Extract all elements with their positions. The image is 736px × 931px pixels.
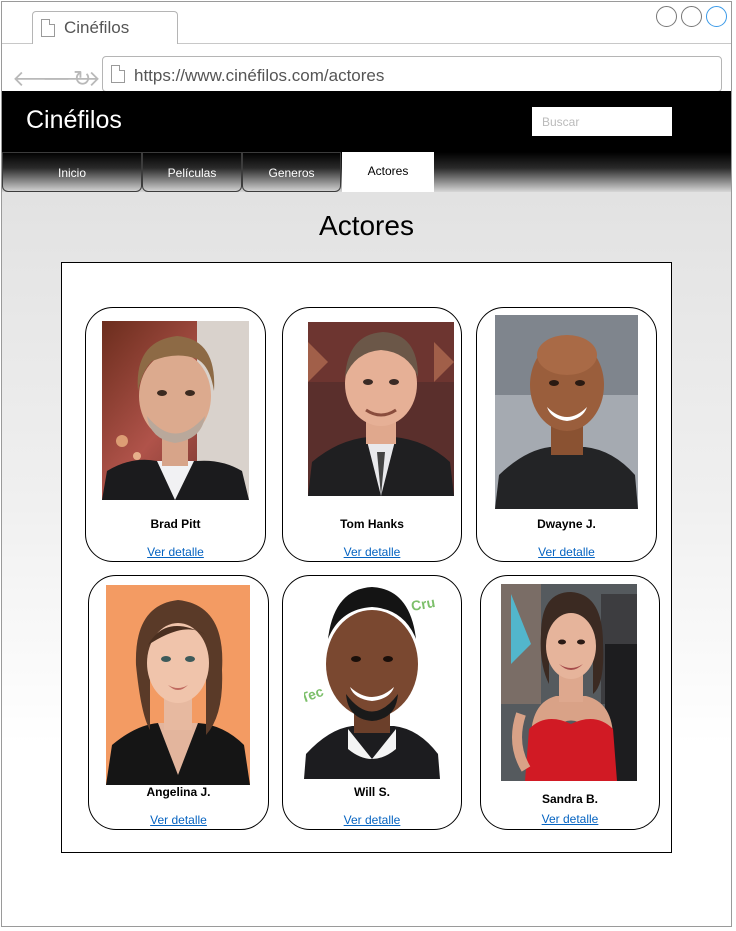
tab-generos[interactable]: Generos xyxy=(242,152,341,192)
actor-name: Dwayne J. xyxy=(537,517,596,531)
page-title: Actores xyxy=(319,210,414,241)
window-button[interactable] xyxy=(681,6,702,27)
address-bar[interactable]: https://www.cinéfilos.com/actores xyxy=(102,56,722,92)
actor-name: Brad Pitt xyxy=(150,517,201,531)
forward-arrow-icon[interactable]: 🡒 xyxy=(42,68,101,90)
ver-detalle-link[interactable]: Ver detalle xyxy=(283,545,461,559)
actor-card: Angelina J. Ver detalle xyxy=(88,575,269,830)
ver-detalle-link[interactable]: Ver detalle xyxy=(477,545,656,559)
actors-panel: Brad Pitt Ver detalle Tom Hanks Ver deta… xyxy=(61,262,672,853)
actor-photo-image xyxy=(106,585,250,785)
browser-tab-bar: Cinéfilos xyxy=(2,2,731,44)
actor-photo[interactable] xyxy=(102,321,249,500)
window-button[interactable] xyxy=(706,6,727,27)
actor-photo[interactable] xyxy=(495,315,638,509)
actor-card: Sandra B. Ver detalle xyxy=(480,575,660,830)
tab-peliculas[interactable]: Películas xyxy=(142,152,242,192)
actor-photo-image xyxy=(308,322,454,496)
ver-detalle-link[interactable]: Ver detalle xyxy=(89,813,268,827)
actor-name: Sandra B. xyxy=(541,792,598,806)
reload-icon[interactable]: ↻ xyxy=(73,68,91,90)
document-icon xyxy=(41,19,55,37)
browser-toolbar: 🡐 🡒 ↻ https://www.cinéfilos.com/actores xyxy=(2,44,731,92)
browser-tab[interactable]: Cinéfilos xyxy=(32,11,178,44)
url-text: https://www.cinéfilos.com/actores xyxy=(134,66,385,85)
ver-detalle-link[interactable]: Ver detalle xyxy=(283,813,461,827)
actor-card: Cru Tec Will S. Ver detalle xyxy=(282,575,462,830)
actor-card: Tom Hanks Ver detalle xyxy=(282,307,462,562)
main-content: Actores Brad Pitt Ver detalle Tom Hanks … xyxy=(2,192,731,926)
actor-photo[interactable]: Cru Tec xyxy=(304,579,440,779)
browser-tab-title: Cinéfilos xyxy=(64,18,130,37)
actor-name: Will S. xyxy=(354,785,390,799)
window-button[interactable] xyxy=(656,6,677,27)
actor-name: Angelina J. xyxy=(146,785,211,799)
actor-photo[interactable] xyxy=(308,322,454,496)
actor-photo-image xyxy=(102,321,249,500)
site-header: Cinéfilos xyxy=(2,91,731,152)
tab-inicio[interactable]: Inicio xyxy=(2,152,142,192)
ver-detalle-link[interactable]: Ver detalle xyxy=(86,545,265,559)
ver-detalle-link[interactable]: Ver detalle xyxy=(481,812,659,826)
document-icon xyxy=(111,65,125,83)
actor-photo-image: Cru Tec xyxy=(304,579,440,779)
search-input[interactable] xyxy=(532,107,672,136)
actor-photo[interactable] xyxy=(501,584,637,781)
actor-photo-image xyxy=(501,584,637,781)
actor-photo[interactable] xyxy=(106,585,250,785)
tab-actores[interactable]: Actores xyxy=(342,152,434,192)
site-title[interactable]: Cinéfilos xyxy=(26,106,122,135)
actor-name: Tom Hanks xyxy=(340,517,404,531)
actor-card: Dwayne J. Ver detalle xyxy=(476,307,657,562)
browser-window: Cinéfilos 🡐 🡒 ↻ https://www.cinéfilos.co… xyxy=(1,1,732,927)
actor-photo-image xyxy=(495,315,638,509)
actor-card: Brad Pitt Ver detalle xyxy=(85,307,266,562)
